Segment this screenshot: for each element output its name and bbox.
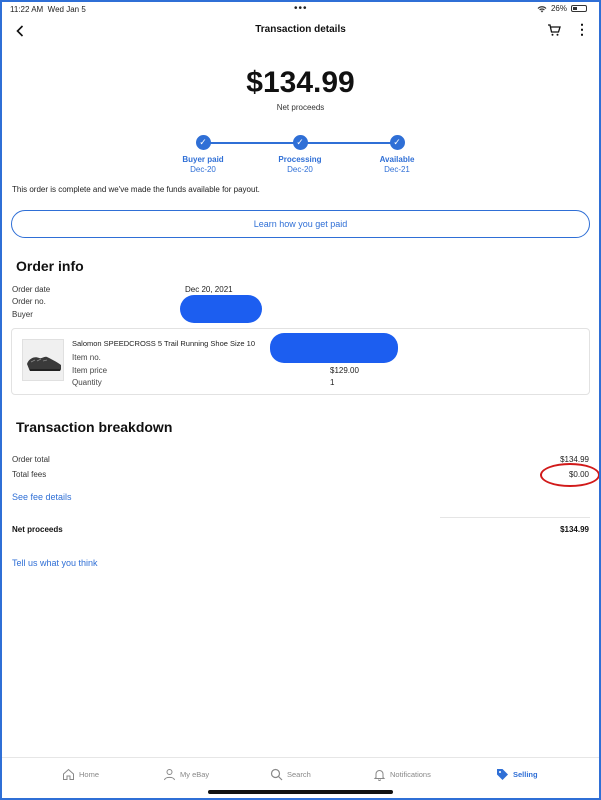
cart-icon xyxy=(548,24,561,36)
battery-percent: 26% xyxy=(550,4,567,13)
tell-us-what-you-think-link[interactable]: Tell us what you think xyxy=(12,558,98,568)
tab-label: Home xyxy=(79,770,100,779)
quantity-value: 1 xyxy=(330,378,335,387)
item-title[interactable]: Salomon SPEEDCROSS 5 Trail Running Shoe … xyxy=(72,339,255,348)
order-date-value: Dec 20, 2021 xyxy=(185,285,233,294)
check-icon: ✓ xyxy=(195,135,211,150)
status-bar: 11:22 AM Wed Jan 5 ••• 26% xyxy=(0,0,601,18)
status-time: 11:22 AM xyxy=(10,5,44,14)
tab-label: My eBay xyxy=(180,770,210,779)
step-date: Dec-20 xyxy=(190,165,216,174)
home-indicator xyxy=(208,790,393,794)
order-info-title: Order info xyxy=(16,258,84,274)
learn-how-you-get-paid-button[interactable]: Learn how you get paid xyxy=(11,210,590,238)
net-proceeds-amount: $134.99 xyxy=(246,66,355,99)
battery-icon xyxy=(571,5,587,12)
net-proceeds-row-label: Net proceeds xyxy=(12,525,63,534)
tab-home[interactable]: Home xyxy=(62,768,99,781)
shoe-image xyxy=(27,356,61,371)
search-icon xyxy=(270,768,283,781)
step-buyer-paid: ✓ Buyer paid Dec-20 xyxy=(163,135,243,174)
screenshot-frame xyxy=(0,0,601,800)
order-date-label: Order date xyxy=(12,285,51,294)
quantity-label: Quantity xyxy=(72,378,102,387)
item-thumbnail xyxy=(22,339,64,381)
tab-notifications[interactable]: Notifications xyxy=(373,768,431,781)
step-date: Dec-20 xyxy=(287,165,313,174)
tab-search[interactable]: Search xyxy=(270,768,311,781)
order-total-label: Order total xyxy=(12,455,50,464)
step-date: Dec-21 xyxy=(384,165,410,174)
nav-bar: Transaction details ⋮ xyxy=(0,18,601,44)
step-processing: ✓ Processing Dec-20 xyxy=(260,135,340,174)
item-no-label: Item no. xyxy=(72,353,101,362)
item-price-label: Item price xyxy=(72,366,108,375)
redaction-mark xyxy=(180,295,262,323)
tab-my-ebay[interactable]: My eBay xyxy=(163,768,209,781)
check-icon: ✓ xyxy=(292,135,308,150)
multitask-dots-icon[interactable]: ••• xyxy=(294,3,308,14)
tab-selling[interactable]: Selling xyxy=(496,768,538,781)
buyer-label: Buyer xyxy=(12,310,33,319)
step-name: Processing xyxy=(278,155,322,164)
wifi-icon xyxy=(537,5,547,12)
cart-button[interactable] xyxy=(547,23,563,39)
tab-label: Search xyxy=(287,770,311,779)
see-fee-details-link[interactable]: See fee details xyxy=(12,492,72,502)
home-icon xyxy=(63,768,74,780)
annotation-circle xyxy=(540,463,600,487)
transaction-breakdown-title: Transaction breakdown xyxy=(16,419,173,435)
step-name: Available xyxy=(379,155,415,164)
divider xyxy=(440,517,590,518)
net-proceeds-label: Net proceeds xyxy=(276,103,325,112)
step-name: Buyer paid xyxy=(182,155,224,164)
tab-label: Notifications xyxy=(390,770,431,779)
tag-icon xyxy=(497,769,508,780)
bell-icon xyxy=(373,770,386,781)
item-price-value: $129.00 xyxy=(330,366,359,375)
redaction-mark xyxy=(270,333,398,363)
status-date: Wed Jan 5 xyxy=(47,5,86,14)
step-available: ✓ Available Dec-21 xyxy=(357,135,437,174)
net-proceeds-row-value: $134.99 xyxy=(560,525,589,534)
person-icon xyxy=(164,769,175,781)
tab-label: Selling xyxy=(513,770,538,779)
total-fees-label: Total fees xyxy=(12,470,47,479)
page-title: Transaction details xyxy=(255,24,346,35)
check-icon: ✓ xyxy=(389,135,405,150)
more-options-icon[interactable]: ⋮ xyxy=(575,21,589,38)
order-complete-message: This order is complete and we've made th… xyxy=(12,185,260,194)
payout-progress: ✓ Buyer paid Dec-20 ✓ Processing Dec-20 … xyxy=(0,135,601,180)
order-no-label: Order no. xyxy=(12,297,46,306)
